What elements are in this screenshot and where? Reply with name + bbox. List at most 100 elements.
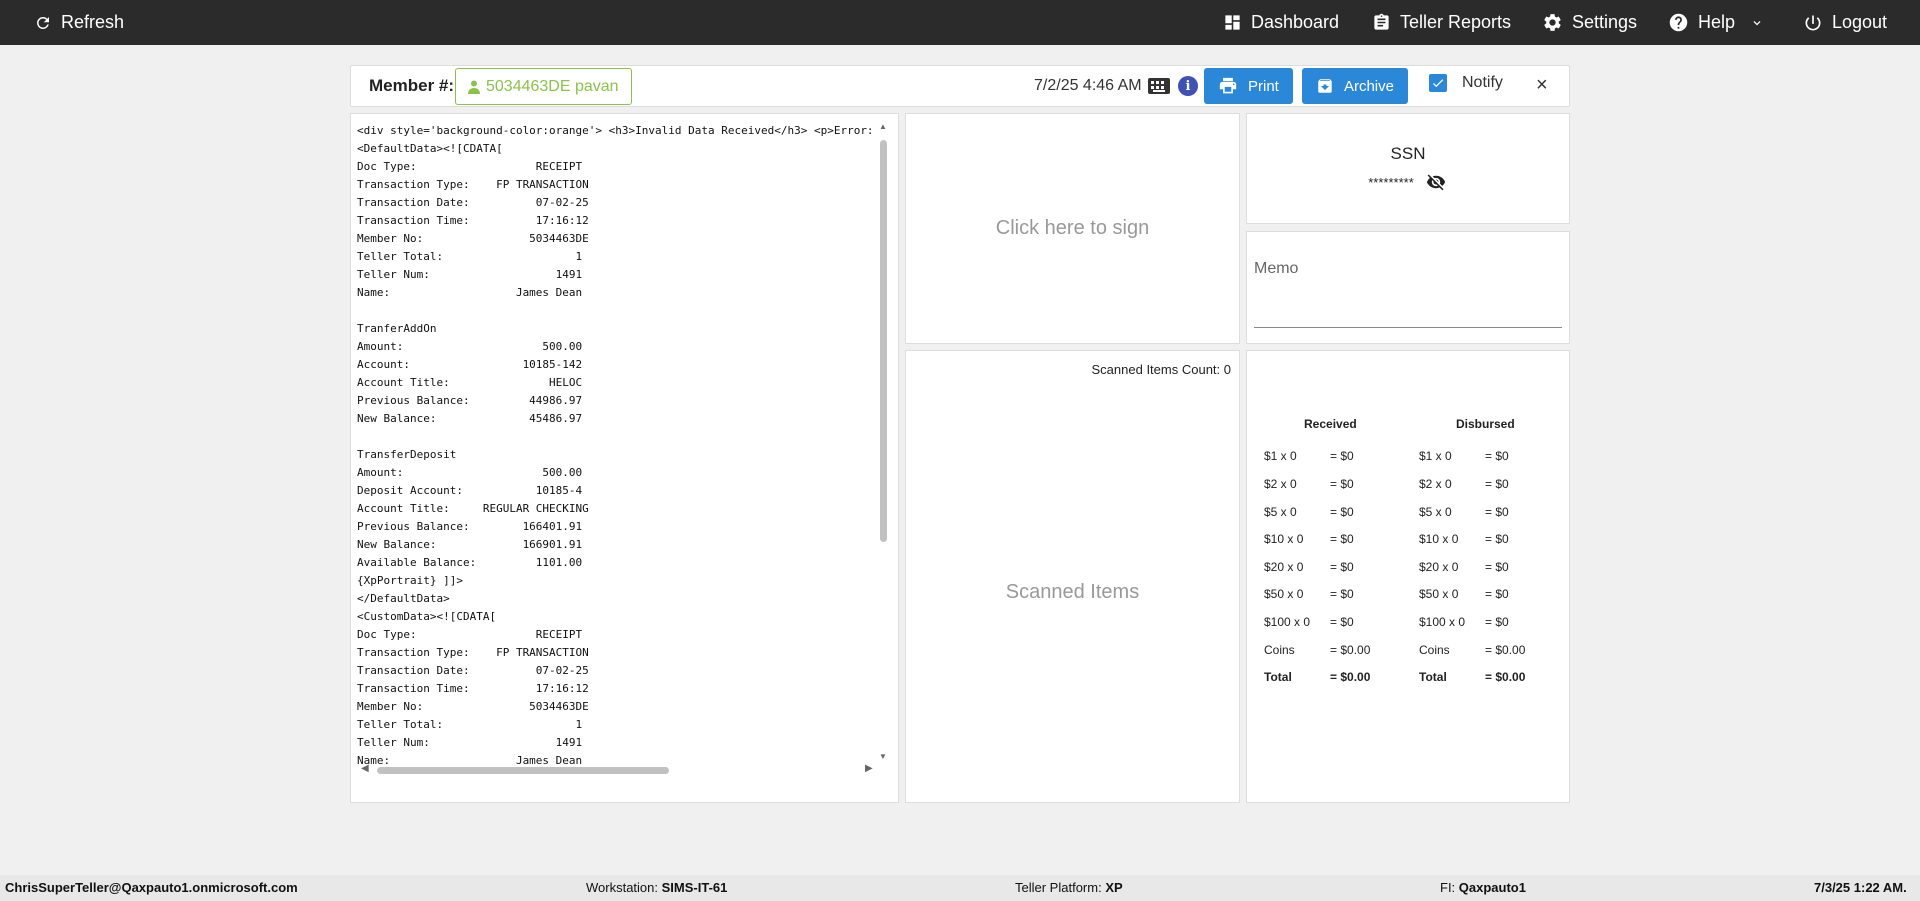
memo-label: Memo (1254, 260, 1299, 277)
scroll-up-icon[interactable]: ▲ (878, 122, 888, 131)
received-row-value: = $0 (1330, 477, 1354, 491)
received-row-value: = $0 (1330, 505, 1354, 519)
cash-summary-panel: Received $1 x 0 = $0 $2 x 0 = $0 $5 x 0 = $0 $… (1246, 350, 1570, 803)
print-button[interactable]: Print (1204, 68, 1293, 104)
print-label: Print (1248, 77, 1279, 95)
receipt-line: Teller Total: 1 (357, 250, 583, 263)
scroll-down-icon[interactable]: ▼ (878, 752, 888, 761)
signature-pad[interactable]: Click here to sign (905, 113, 1240, 344)
close-button[interactable]: × (1536, 74, 1548, 97)
info-icon[interactable]: i (1178, 76, 1198, 96)
disbursed-row-label: Coins (1419, 643, 1450, 657)
disbursed-row-value: = $0.00 (1485, 643, 1526, 657)
receipt-line: <CustomData><![CDATA[ (357, 610, 497, 623)
receipt-line: Account Title: HELOC (357, 376, 583, 389)
footer-user: ChrisSuperTeller@Qaxpauto1.onmicrosoft.c… (5, 880, 298, 895)
receipt-panel: <div style='background-color:orange'> <h… (350, 113, 899, 803)
gear-icon (1544, 14, 1561, 31)
disbursed-row-value: = $0 (1485, 505, 1509, 519)
received-row-value: = $0 (1330, 560, 1354, 574)
receipt-line: Account: 10185-142 (357, 358, 583, 371)
receipt-line: Amount: 500.00 (357, 340, 583, 353)
received-row-label: Coins (1264, 643, 1295, 657)
member-number: 5034463DE pavan (486, 77, 619, 95)
disbursed-row-label: $1 x 0 (1419, 449, 1452, 463)
disbursed-row-value: = $0 (1485, 532, 1509, 546)
user-icon (468, 80, 480, 94)
disbursed-header: Disbursed (1456, 417, 1515, 431)
memo-panel[interactable]: Memo (1246, 231, 1570, 344)
scroll-left-icon[interactable]: ◀ (361, 763, 369, 774)
refresh-button[interactable]: Refresh (34, 0, 124, 45)
receipt-horizontal-scrollbar[interactable]: ◀ ▶ (361, 763, 875, 775)
scanned-items-count: Scanned Items Count: 0 (1091, 362, 1231, 377)
info-glyph: i (1185, 78, 1191, 94)
received-row-label: $10 x 0 (1264, 532, 1304, 546)
received-row-value: = $0 (1330, 587, 1354, 601)
notify-toggle[interactable]: Notify (1429, 74, 1503, 92)
received-row-value: = $0 (1330, 615, 1354, 629)
received-row-value: = $0.00 (1330, 643, 1371, 657)
memo-input-underline (1254, 327, 1562, 328)
receipt-line: Available Balance: 1101.00 (357, 556, 583, 569)
receipt-vertical-scrollbar[interactable]: ▲ ▼ (878, 122, 888, 767)
footer-platform: Teller Platform: XP (1015, 880, 1123, 895)
ssn-masked-value: ********* (1368, 174, 1414, 190)
member-header-bar: Member #: 5034463DE pavan 7/2/25 4:46 AM… (350, 65, 1570, 107)
receipt-text: <div style='background-color:orange'> <h… (357, 122, 879, 765)
receipt-line: Transaction Type: FP TRANSACTION (357, 178, 589, 191)
received-row-label: $2 x 0 (1264, 477, 1297, 491)
disbursed-row-label: $5 x 0 (1419, 505, 1452, 519)
logout-button[interactable]: Logout (1803, 0, 1887, 45)
disbursed-row-label: $2 x 0 (1419, 477, 1452, 491)
receipt-line (357, 428, 879, 446)
help-menu[interactable]: Help (1668, 0, 1764, 45)
logout-label: Logout (1832, 12, 1888, 32)
received-row-label: $50 x 0 (1264, 587, 1304, 601)
settings-link[interactable]: Settings (1542, 0, 1637, 45)
member-chip[interactable]: 5034463DE pavan (455, 68, 632, 105)
receipt-line: <DefaultData><![CDATA[ (357, 142, 503, 155)
archive-button[interactable]: Archive (1302, 68, 1408, 104)
status-footer: ChrisSuperTeller@Qaxpauto1.onmicrosoft.c… (0, 875, 1920, 901)
received-row-label: $100 x 0 (1264, 615, 1311, 629)
settings-label: Settings (1572, 12, 1638, 32)
notify-checkbox[interactable] (1429, 74, 1447, 92)
horizontal-scroll-thumb[interactable] (377, 767, 669, 774)
workstation-value: SIMS-IT-61 (661, 880, 728, 895)
keyboard-icon[interactable] (1148, 78, 1170, 94)
receipt-line: Name: James Dean (357, 754, 583, 765)
receipt-line: Deposit Account: 10185-4 (357, 484, 583, 497)
power-icon (1805, 15, 1821, 30)
platform-value: XP (1105, 880, 1123, 895)
ssn-title: SSN (1390, 144, 1426, 163)
vertical-scroll-thumb[interactable] (880, 140, 887, 542)
signature-prompt: Click here to sign (995, 217, 1150, 239)
receipt-line: Transaction Time: 17:16:12 (357, 682, 589, 695)
dashboard-link[interactable]: Dashboard (1223, 0, 1339, 45)
receipt-line (357, 302, 879, 320)
scanned-items-placeholder: Scanned Items (1005, 581, 1140, 603)
footer-datetime: 7/3/25 1:22 AM. (1814, 880, 1907, 895)
dashboard-label: Dashboard (1251, 12, 1340, 32)
platform-label: Teller Platform: (1015, 880, 1102, 895)
check-icon (1432, 79, 1444, 88)
footer-fi: FI: Qaxpauto1 (1440, 880, 1526, 895)
receipt-line: Previous Balance: 166401.91 (357, 520, 583, 533)
teller-reports-link[interactable]: Teller Reports (1372, 0, 1511, 45)
member-label: Member #: (369, 76, 455, 95)
receipt-line: New Balance: 166901.91 (357, 538, 583, 551)
archive-icon (1318, 79, 1332, 93)
fi-value: Qaxpauto1 (1458, 880, 1526, 895)
receipt-line: Previous Balance: 44986.97 (357, 394, 583, 407)
receipt-line: Transaction Time: 17:16:12 (357, 214, 589, 227)
receipt-line: <div style='background-color:orange'> <h… (357, 124, 874, 137)
eye-off-icon[interactable] (1424, 172, 1448, 192)
scroll-right-icon[interactable]: ▶ (865, 763, 873, 774)
refresh-label: Refresh (61, 12, 125, 32)
refresh-icon (37, 16, 49, 29)
receipt-line: Teller Num: 1491 (357, 268, 583, 281)
top-nav: Refresh Dashboard Teller Reports Setting… (0, 0, 1920, 45)
disbursed-row-value: = $0 (1485, 560, 1509, 574)
receipt-line: Amount: 500.00 (357, 466, 583, 479)
